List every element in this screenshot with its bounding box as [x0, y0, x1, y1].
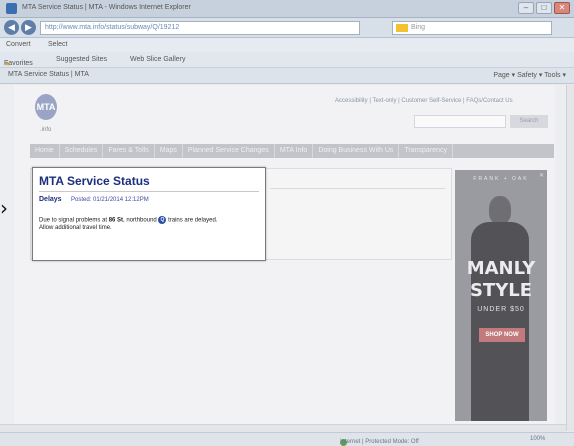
nav-home[interactable]: Home	[30, 144, 60, 158]
command-bar: Convert Select	[0, 38, 574, 52]
search-placeholder: Bing	[411, 24, 426, 31]
ad-headline-2: STYLE	[469, 280, 533, 301]
logo-subtext: .info	[40, 127, 52, 133]
ad-close-icon[interactable]: ✕	[539, 172, 544, 179]
ad-brand: FRANK + OAK	[473, 176, 529, 182]
status-message-line-1: Due to signal problems at 86 St, northbo…	[39, 216, 218, 224]
mta-logo[interactable]: MTA	[35, 94, 57, 120]
window-controls: – □ ✕	[518, 2, 570, 14]
status-category: Delays	[39, 196, 62, 203]
advertisement[interactable]: FRANK + OAK ✕ MANLY STYLE UNDER $50 SHOP…	[455, 170, 547, 421]
pointer-arrow-icon: ›	[0, 196, 8, 220]
popup-title: MTA Service Status	[39, 174, 150, 188]
nav-doing-business[interactable]: Doing Business With Us	[313, 144, 400, 158]
ad-headline-1: MANLY	[466, 258, 536, 279]
ad-model-head	[489, 196, 511, 224]
divider	[270, 188, 445, 189]
window-title: MTA Service Status | MTA - Windows Inter…	[22, 4, 191, 11]
main-nav: Home Schedules Fares & Tolls Maps Planne…	[30, 144, 554, 158]
web-slice-gallery-link[interactable]: Web Slice Gallery	[130, 56, 186, 63]
address-bar: ◀ ▶ http://www.mta.info/status/subway/Q/…	[0, 18, 574, 38]
bing-logo-icon	[396, 24, 408, 32]
close-button[interactable]: ✕	[554, 2, 570, 14]
ad-shop-now-button[interactable]: SHOP NOW	[479, 328, 525, 342]
utility-links[interactable]: Accessibility | Text-only | Customer Sel…	[335, 98, 513, 104]
ad-subline: UNDER $50	[477, 306, 525, 313]
suggested-sites-link[interactable]: Suggested Sites	[56, 56, 107, 63]
url-field[interactable]: http://www.mta.info/status/subway/Q/1921…	[40, 21, 360, 35]
nav-transparency[interactable]: Transparency	[399, 144, 453, 158]
nav-fares-tolls[interactable]: Fares & Tolls	[103, 144, 155, 158]
nav-schedules[interactable]: Schedules	[60, 144, 104, 158]
back-button[interactable]: ◀	[4, 20, 19, 35]
status-message-line-2: Allow additional travel time.	[39, 225, 112, 231]
browser-app-icon	[6, 3, 17, 14]
posted-timestamp: Posted: 01/21/2014 12:12PM	[71, 197, 149, 203]
horizontal-scrollbar[interactable]	[0, 424, 566, 432]
station-name: 86 St	[108, 217, 124, 224]
forward-button[interactable]: ▶	[21, 20, 36, 35]
site-search-input[interactable]	[414, 115, 506, 128]
service-status-popup: MTA Service Status Delays Posted: 01/21/…	[32, 167, 266, 261]
nav-maps[interactable]: Maps	[155, 144, 183, 158]
nav-mta-info[interactable]: MTA Info	[275, 144, 314, 158]
vertical-scrollbar[interactable]	[566, 85, 574, 431]
site-search-button[interactable]: Search	[510, 115, 548, 128]
maximize-button[interactable]: □	[536, 2, 552, 14]
toolbar-commands[interactable]: Page ▾ Safety ▾ Tools ▾	[493, 71, 566, 79]
nav-planned-service-changes[interactable]: Planned Service Changes	[183, 144, 275, 158]
popup-divider	[39, 191, 259, 192]
ad-model-body	[471, 222, 529, 421]
window-titlebar: MTA Service Status | MTA - Windows Inter…	[0, 0, 574, 18]
tab-row: MTA Service Status | MTA Page ▾ Safety ▾…	[0, 68, 574, 84]
minimize-button[interactable]: –	[518, 2, 534, 14]
select-menu[interactable]: Select	[48, 41, 67, 48]
favorites-bar: ★ Favorites Suggested Sites Web Slice Ga…	[0, 52, 574, 68]
status-bar: Internet | Protected Mode: Off 100%	[0, 432, 574, 446]
tab-mta-service-status[interactable]: MTA Service Status | MTA	[8, 71, 89, 78]
search-box[interactable]: Bing	[392, 21, 552, 35]
convert-menu[interactable]: Convert	[6, 41, 31, 48]
zoom-level[interactable]: 100%	[530, 436, 545, 442]
